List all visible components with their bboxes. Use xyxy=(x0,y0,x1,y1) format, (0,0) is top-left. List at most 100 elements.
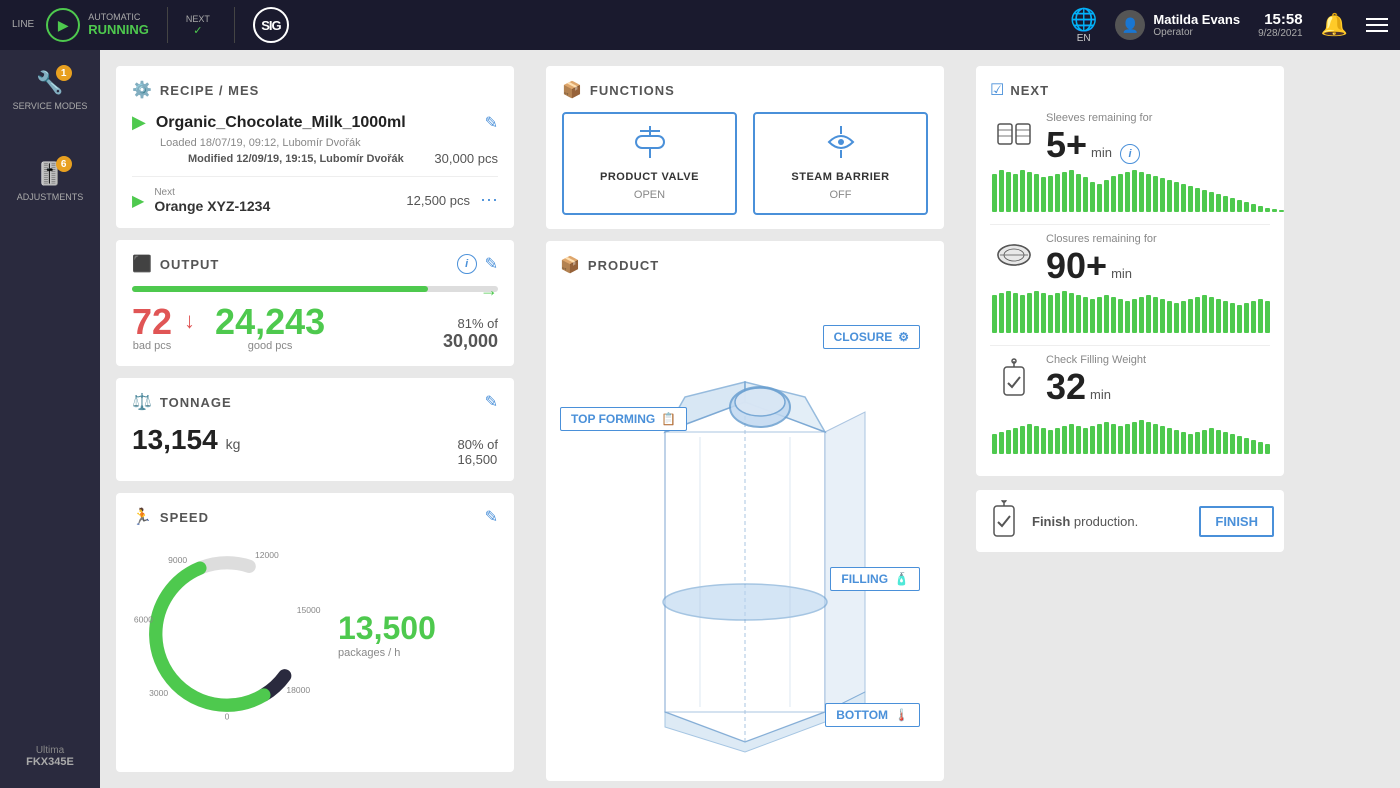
right-panel: ☑ NEXT xyxy=(960,50,1300,788)
user-details: Matilda Evans Operator xyxy=(1153,12,1240,38)
recipe-title: RECIPE / MES xyxy=(160,83,259,98)
sleeves-label-group: Sleeves remaining for 5+ min i xyxy=(1046,112,1270,166)
sleeves-barchart: (function(){ const bars = [38,42,40,38,4… xyxy=(990,170,1270,212)
product-valve-card[interactable]: PRODUCT VALVE OPEN xyxy=(562,112,737,215)
machine-prefix: Ultima xyxy=(26,745,74,756)
next-section: ☑ NEXT xyxy=(976,66,1284,476)
next-recipe-row: ▶ Next Orange XYZ-1234 12,500 pcs ⋯ xyxy=(132,187,498,214)
auto-label: AUTOMATIC xyxy=(88,12,149,22)
divider xyxy=(167,7,168,43)
top-forming-label[interactable]: TOP FORMING 📋 xyxy=(560,407,687,431)
recipe-name: Organic_Chocolate_Milk_1000ml xyxy=(156,114,475,132)
tonnage-value: 13,154 xyxy=(132,424,218,456)
topbar-right: 🌐 EN 👤 Matilda Evans Operator 15:58 9/28… xyxy=(1070,7,1388,44)
svg-text:6000: 6000 xyxy=(134,615,153,625)
service-badge: 1 xyxy=(56,65,72,81)
closures-header-row: Closures remaining for 90+ min xyxy=(990,233,1270,287)
bell-icon[interactable]: 🔔 xyxy=(1321,12,1348,38)
steam-barrier-name: STEAM BARRIER xyxy=(791,171,889,183)
machine-id: FKX345E xyxy=(26,756,74,768)
tonnage-row: 13,154 kg 80% of 16,500 xyxy=(132,424,498,467)
svg-text:12000: 12000 xyxy=(255,550,279,560)
sidebar-item-adjustments[interactable]: 🎚️ 6 ADJUSTMENTS xyxy=(17,161,84,202)
bottom-label[interactable]: BOTTOM 🌡️ xyxy=(825,703,920,727)
steam-barrier-status: OFF xyxy=(830,189,852,201)
tonnage-header: ⚖️ TONNAGE ✎ xyxy=(132,392,498,412)
bad-pcs-label: bad pcs xyxy=(133,340,172,352)
speed-edit-icon[interactable]: ✎ xyxy=(485,509,498,526)
sleeves-header-row: Sleeves remaining for 5+ min i xyxy=(990,112,1270,166)
good-pcs-label: good pcs xyxy=(248,340,293,352)
good-pcs-value: 24,243 xyxy=(215,304,325,340)
output-total: 30,000 xyxy=(443,331,498,351)
functions-title: FUNCTIONS xyxy=(590,83,675,98)
next-recipe-name: Orange XYZ-1234 xyxy=(154,198,270,214)
date-value: 9/28/2021 xyxy=(1258,28,1303,39)
user-name: Matilda Evans xyxy=(1153,12,1240,27)
tonnage-pct: 80% of 16,500 xyxy=(458,437,498,467)
play-button[interactable]: ▶ xyxy=(46,8,80,42)
sleeves-label: Sleeves remaining for xyxy=(1046,112,1270,124)
sleeves-value-row: 5+ min i xyxy=(1046,124,1270,166)
time-value: 15:58 xyxy=(1258,11,1303,28)
steam-barrier-icon xyxy=(821,126,861,165)
sleeves-value: 5+ xyxy=(1046,124,1087,166)
output-icon: ⬛ xyxy=(132,254,152,274)
closures-label: Closures remaining for xyxy=(1046,233,1270,245)
closure-label[interactable]: CLOSURE ⚙ xyxy=(823,325,920,349)
edit-icon[interactable]: ✎ xyxy=(485,113,498,133)
lang-label: EN xyxy=(1077,33,1091,44)
filling-text: FILLING xyxy=(841,572,888,586)
bad-pcs-group: 72 bad pcs xyxy=(132,304,172,352)
next-badge: NEXT ✓ xyxy=(186,14,210,37)
carton-svg xyxy=(605,292,885,762)
progress-track xyxy=(132,286,498,292)
more-icon[interactable]: ⋯ xyxy=(480,190,498,211)
sleeves-info-icon[interactable]: i xyxy=(1120,144,1140,164)
closure-settings-icon: ⚙ xyxy=(898,330,909,344)
steam-barrier-card[interactable]: STEAM BARRIER OFF xyxy=(753,112,928,215)
output-info-icon[interactable]: i xyxy=(457,254,477,274)
product-valve-name: PRODUCT VALVE xyxy=(600,171,699,183)
filling-label[interactable]: FILLING 🧴 xyxy=(830,567,920,591)
product-valve-icon xyxy=(630,126,670,165)
finish-button[interactable]: FINISH xyxy=(1199,506,1274,537)
language-selector[interactable]: 🌐 EN xyxy=(1070,7,1097,44)
closures-label-group: Closures remaining for 90+ min xyxy=(1046,233,1270,287)
time-info: 15:58 9/28/2021 xyxy=(1258,11,1303,39)
filling-weight-value: 32 xyxy=(1046,366,1086,408)
middle-panel: 📦 FUNCTIONS PRODUCT VALV xyxy=(530,50,960,788)
recipe-main: ▶ Organic_Chocolate_Milk_1000ml ✎ xyxy=(132,112,498,133)
gauge-svg: 0 3000 6000 9000 12000 15000 18000 xyxy=(132,539,322,729)
speed-title: SPEED xyxy=(160,510,209,525)
progress-arrow: → xyxy=(480,280,498,301)
good-pcs-group: 24,243 good pcs xyxy=(215,304,325,352)
functions-icon: 📦 xyxy=(562,80,582,100)
output-edit-icon[interactable]: ✎ xyxy=(485,254,498,274)
line-label: LINE xyxy=(12,19,34,31)
sidebar-item-service[interactable]: 🔧 1 SERVICE MODES xyxy=(13,70,88,111)
bad-arrow-icon: ↓ xyxy=(184,308,195,334)
functions-section: 📦 FUNCTIONS PRODUCT VALV xyxy=(546,66,944,229)
filling-weight-group: Check Filling Weight 32 min (function(){… xyxy=(990,354,1270,454)
top-forming-text: TOP FORMING xyxy=(571,412,655,426)
tonnage-edit-icon[interactable]: ✎ xyxy=(485,394,498,411)
recipe-icon: ⚙️ xyxy=(132,80,152,100)
closures-group: Closures remaining for 90+ min (function… xyxy=(990,233,1270,333)
topbar-left: LINE ▶ AUTOMATIC RUNNING NEXT ✓ SIG xyxy=(12,7,289,43)
closure-text: CLOSURE xyxy=(834,330,893,344)
speed-header: 🏃 SPEED ✎ xyxy=(132,507,498,527)
next-play-icon: ▶ xyxy=(132,191,144,211)
closures-value: 90+ xyxy=(1046,245,1107,287)
menu-button[interactable] xyxy=(1366,18,1388,32)
tonnage-section: ⚖️ TONNAGE ✎ 13,154 kg 80% of 16,500 xyxy=(116,378,514,481)
filling-weight-barchart: (function(){ const bars = [20,22,24,26,2… xyxy=(990,412,1270,454)
functions-header: 📦 FUNCTIONS xyxy=(562,80,928,100)
product-visual: CLOSURE ⚙ TOP FORMING 📋 FILLING 🧴 xyxy=(560,287,930,767)
tonnage-unit: kg xyxy=(226,436,241,452)
progress-fill xyxy=(132,286,428,292)
svg-text:18000: 18000 xyxy=(286,685,310,695)
tonnage-title: TONNAGE xyxy=(160,395,232,410)
left-sidebar: 🔧 1 SERVICE MODES 🎚️ 6 ADJUSTMENTS Ultim… xyxy=(0,50,100,788)
closures-value-row: 90+ min xyxy=(1046,245,1270,287)
